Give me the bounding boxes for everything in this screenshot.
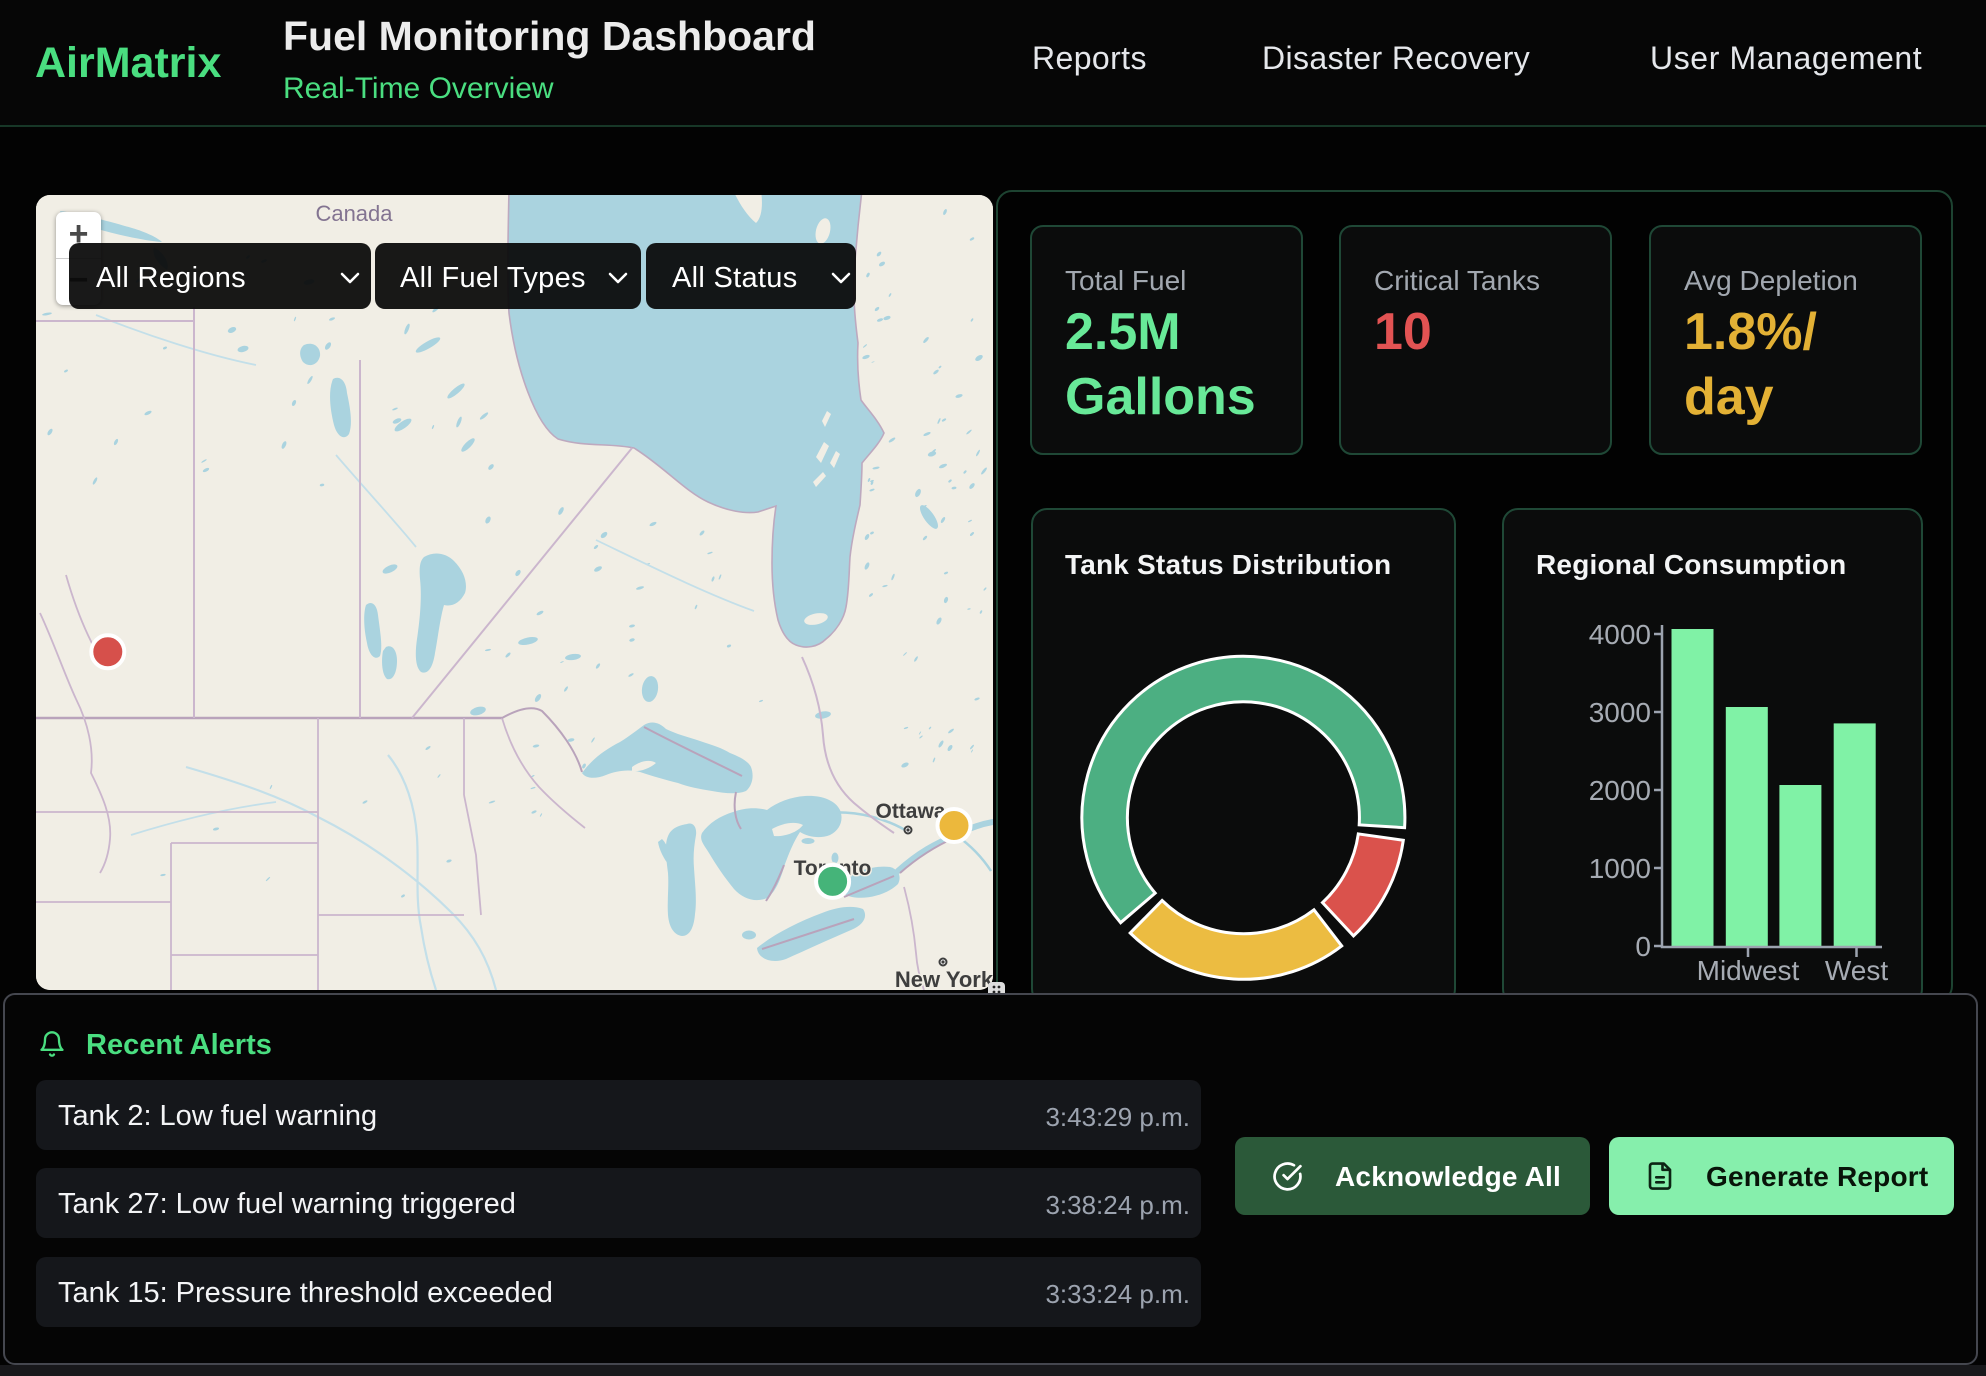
svg-text:0: 0 — [1635, 931, 1651, 962]
svg-text:3000: 3000 — [1589, 697, 1651, 728]
svg-text:4000: 4000 — [1589, 619, 1651, 650]
svg-text:West: West — [1825, 955, 1888, 986]
svg-text:Midwest: Midwest — [1697, 955, 1800, 986]
svg-text:2000: 2000 — [1589, 775, 1651, 806]
svg-text:1000: 1000 — [1589, 853, 1651, 884]
